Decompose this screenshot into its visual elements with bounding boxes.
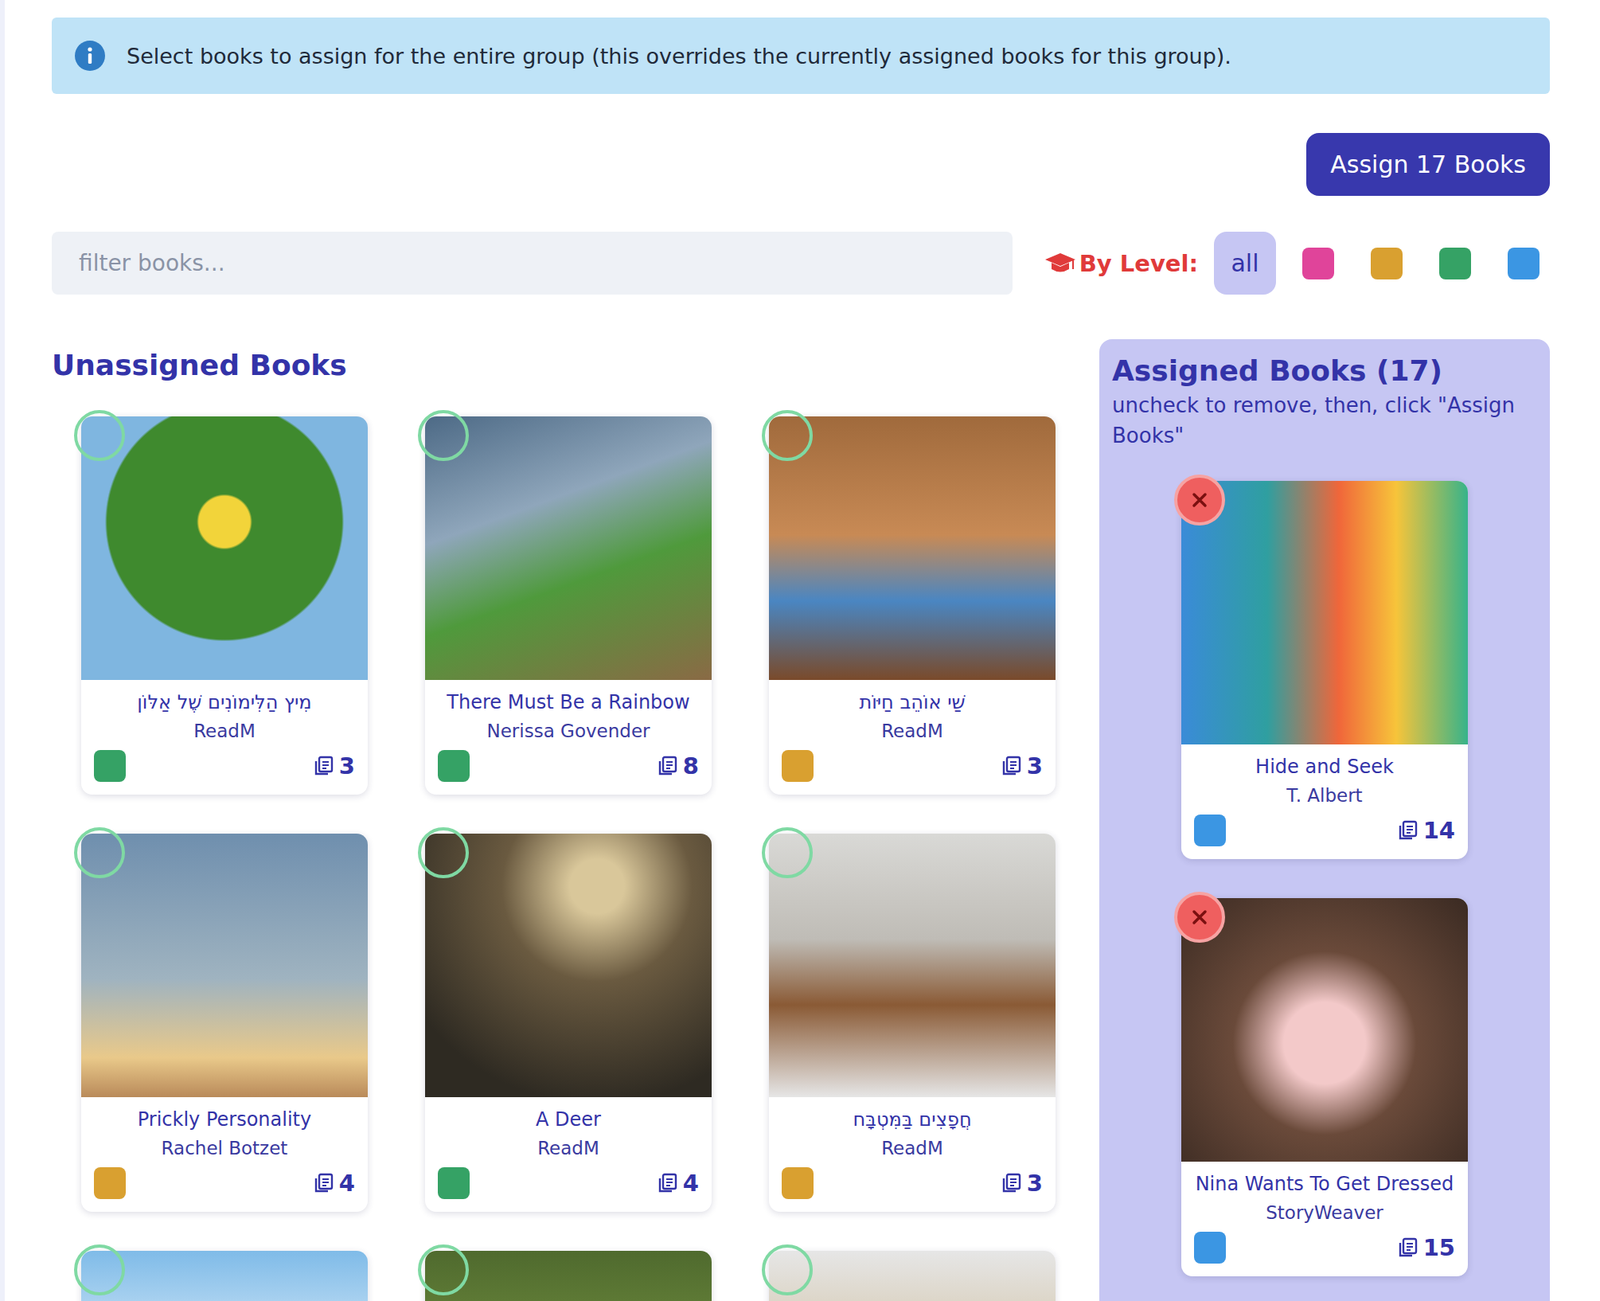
page-count: 3 [1001,1169,1043,1197]
level-option[interactable] [1428,231,1482,295]
banner-text: Select books to assign for the entire gr… [126,43,1232,69]
level-badge [781,749,814,782]
section-title: Unassigned Books [51,345,1067,386]
book-title: חֲפָצִים בַּמִּטְבָּח [773,1104,1051,1134]
level-badge [1194,814,1226,847]
book-author: ReadM [85,716,363,746]
select-checkbox[interactable] [74,827,125,879]
close-icon [1190,490,1210,510]
pages-icon [657,755,679,777]
book-card[interactable]: שַׁי אוֹהֵב חַיּוֹתReadM 3 [768,416,1056,795]
assign-books-page: Select books to assign for the entire gr… [0,0,1600,1301]
page-count: 15 [1397,1233,1456,1261]
book-cover [81,833,368,1097]
book-title: מִיץ הַלִּימוֹנִים שֶׁל אַלּוֹן [85,687,363,717]
select-checkbox[interactable] [417,1244,469,1296]
close-icon [1190,907,1210,927]
select-checkbox[interactable] [761,827,813,879]
book-card[interactable]: A DeerReadM 4 [425,833,712,1212]
pages-icon [313,755,335,777]
pages-icon [1001,1172,1023,1194]
select-checkbox[interactable] [761,409,813,461]
level-filter: By Level: all [1044,231,1550,295]
book-cover [768,833,1056,1097]
book-author: ReadM [773,716,1051,746]
book-author: StoryWeaver [1186,1198,1464,1227]
select-checkbox[interactable] [417,827,469,879]
select-checkbox[interactable] [417,409,469,461]
graduation-cap-icon [1044,250,1077,277]
select-checkbox[interactable] [74,409,125,461]
book-card[interactable] [768,1250,1056,1301]
level-label: By Level: [1044,249,1199,278]
select-checkbox[interactable] [761,1244,813,1296]
pages-icon [1001,755,1023,777]
book-author: ReadM [773,1133,1051,1163]
book-cover [1181,897,1468,1162]
pages-icon [313,1172,335,1194]
book-author: Rachel Botzet [85,1133,363,1163]
pages-icon [1397,1237,1419,1258]
level-square [1370,247,1403,280]
assign-button[interactable]: Assign 17 Books [1306,132,1550,196]
book-title: שַׁי אוֹהֵב חַיּוֹת [773,687,1051,717]
remove-mark[interactable] [1174,891,1226,943]
book-card[interactable]: מִיץ הַלִּימוֹנִים שֶׁל אַלּוֹןReadM 3 [81,416,368,795]
book-card[interactable]: Prickly PersonalityRachel Botzet 4 [81,833,368,1212]
level-badge [93,749,126,782]
level-option[interactable] [1497,231,1550,295]
book-cover [425,833,712,1097]
book-card[interactable] [425,1250,712,1301]
assigned-book-card[interactable]: Hide and SeekT. Albert 14 [1181,480,1468,859]
page-count: 8 [657,752,699,780]
pages-icon [1397,819,1419,841]
level-square [1439,247,1472,280]
panel-title: Assigned Books (17) [1112,351,1538,391]
remove-mark[interactable] [1174,474,1226,526]
info-icon [74,39,106,72]
level-square [1302,247,1335,280]
unassigned-section: Unassigned Books מִיץ הַלִּימוֹנִים שֶׁל … [51,339,1067,1301]
book-title: There Must Be a Rainbow [429,687,707,717]
level-square [1507,247,1540,280]
book-author: ReadM [429,1133,707,1163]
page-count: 3 [313,752,356,780]
book-cover [81,416,368,680]
level-badge [437,1166,470,1199]
book-author: Nerissa Govender [429,716,707,746]
level-badge [1194,1231,1226,1264]
book-title: Hide and Seek [1186,752,1464,781]
page-count: 3 [1001,752,1043,780]
book-cover [1181,480,1468,745]
level-option[interactable] [1360,231,1413,295]
assigned-book-card[interactable]: Nina Wants To Get DressedStoryWeaver 15 [1181,897,1468,1277]
level-badge [781,1166,814,1199]
page-count: 4 [657,1169,699,1197]
level-badge [437,749,470,782]
filter-input[interactable] [51,231,1013,295]
book-card[interactable]: There Must Be a RainbowNerissa Govender … [425,416,712,795]
book-cover [425,416,712,680]
page-count: 4 [313,1169,356,1197]
level-badge [93,1166,126,1199]
level-option[interactable]: all [1213,231,1277,295]
book-card[interactable]: חֲפָצִים בַּמִּטְבָּחReadM 3 [768,833,1056,1212]
page-count: 14 [1397,816,1456,844]
info-banner: Select books to assign for the entire gr… [51,17,1550,94]
book-title: Prickly Personality [85,1104,363,1134]
pages-icon [657,1172,679,1194]
level-option[interactable] [1291,231,1345,295]
book-title: Nina Wants To Get Dressed [1186,1169,1464,1199]
select-checkbox[interactable] [74,1244,125,1296]
panel-hint: uncheck to remove, then, click "Assign B… [1112,390,1538,451]
book-card[interactable] [81,1250,368,1301]
book-author: T. Albert [1186,780,1464,810]
book-cover [768,416,1056,680]
assigned-panel: Assigned Books (17)uncheck to remove, th… [1099,339,1550,1301]
book-title: A Deer [429,1104,707,1134]
